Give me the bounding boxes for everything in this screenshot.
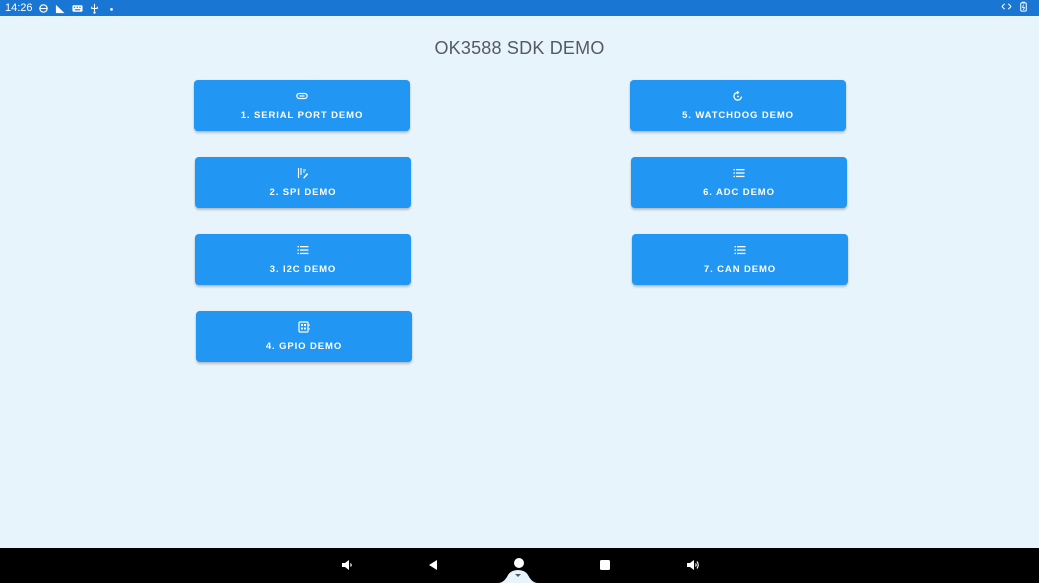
app-screen: OK3588 SDK DEMO 1. SERIAL PORT DEMO 2. S… — [0, 16, 1039, 548]
watchdog-demo-label: 5. WATCHDOG DEMO — [682, 110, 794, 121]
gpio-demo-label: 4. GPIO DEMO — [265, 341, 343, 352]
recents-icon[interactable] — [597, 557, 613, 573]
serial-port-demo-button[interactable]: 1. SERIAL PORT DEMO — [194, 80, 410, 131]
sync-icon — [38, 2, 50, 14]
page-title: OK3588 SDK DEMO — [434, 38, 605, 58]
volume-up-icon[interactable] — [685, 557, 701, 573]
status-time: 14:26 — [5, 2, 33, 14]
watchdog-demo-button[interactable]: 5. WATCHDOG DEMO — [630, 80, 846, 131]
status-bar: 14:26 — [0, 0, 1039, 16]
i2c-demo-button[interactable]: 3. I2C DEMO — [195, 234, 411, 285]
no-signal-icon — [55, 2, 67, 14]
adc-demo-button[interactable]: 6. ADC DEMO — [631, 157, 847, 208]
list-icon — [733, 167, 745, 179]
keyboard-icon — [72, 2, 84, 14]
link-icon — [296, 90, 308, 102]
usb-icon — [89, 2, 101, 14]
back-icon[interactable] — [425, 557, 441, 573]
list-edit-icon — [297, 167, 309, 179]
refresh-icon — [732, 90, 744, 102]
volume-down-icon[interactable] — [339, 557, 355, 573]
adc-demo-label: 6. ADC DEMO — [703, 187, 775, 198]
dot-icon — [106, 2, 118, 14]
data-transfer-icon — [1001, 1, 1012, 15]
status-left: 14:26 — [0, 0, 118, 16]
list-icon — [297, 244, 309, 256]
battery-icon — [1018, 1, 1029, 15]
i2c-demo-label: 3. I2C DEMO — [269, 264, 337, 275]
navigation-bar — [0, 548, 1039, 583]
list-icon — [734, 244, 746, 256]
chip-icon — [298, 321, 310, 333]
spi-demo-button[interactable]: 2. SPI DEMO — [195, 157, 411, 208]
can-demo-label: 7. CAN DEMO — [703, 264, 777, 275]
status-right — [1001, 1, 1039, 15]
spi-demo-label: 2. SPI DEMO — [269, 187, 337, 198]
gpio-demo-button[interactable]: 4. GPIO DEMO — [196, 311, 412, 362]
can-demo-button[interactable]: 7. CAN DEMO — [632, 234, 848, 285]
home-icon[interactable] — [511, 555, 527, 571]
serial-port-demo-label: 1. SERIAL PORT DEMO — [240, 110, 364, 121]
nav-handle-icon[interactable] — [498, 570, 538, 583]
